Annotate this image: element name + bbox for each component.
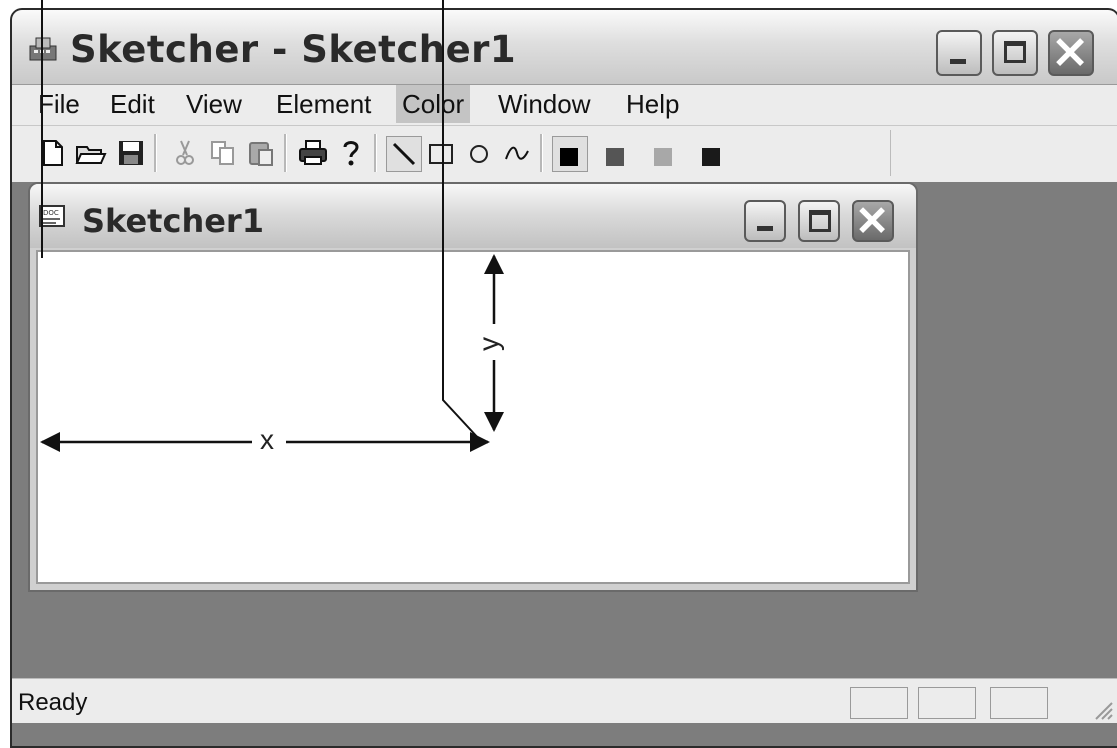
menu-edit[interactable]: Edit (104, 85, 161, 123)
toolbar-separator (540, 134, 543, 172)
menu-bar: File Edit View Element Color Window Help (12, 85, 1117, 125)
minimize-button[interactable] (936, 30, 982, 76)
dimension-arrows (40, 254, 504, 452)
document-title: Sketcher1 (82, 202, 264, 240)
maximize-icon (1004, 41, 1026, 63)
document-icon: DOC (39, 205, 65, 227)
close-button[interactable] (1048, 30, 1094, 76)
paste-button[interactable] (244, 136, 278, 170)
toolbar-separator (374, 134, 377, 172)
close-icon (1056, 38, 1085, 67)
svg-text:DOC: DOC (43, 209, 59, 217)
toolbar-separator (284, 134, 287, 172)
color-blue-swatch[interactable] (702, 148, 720, 166)
title-bar[interactable]: Sketcher - Sketcher1 (12, 10, 1117, 85)
print-icon (299, 140, 327, 165)
minimize-icon (950, 59, 966, 64)
maximize-icon (809, 210, 831, 232)
toolbar-strip (34, 130, 891, 176)
cut-button[interactable] (168, 136, 202, 170)
document-close-button[interactable] (852, 200, 894, 242)
document-maximize-button[interactable] (798, 200, 840, 242)
document-minimize-button[interactable] (744, 200, 786, 242)
rectangle-icon (429, 144, 453, 164)
status-text: Ready (18, 689, 88, 716)
menu-window[interactable]: Window (492, 85, 596, 123)
status-pane (990, 687, 1048, 719)
resize-grip-icon[interactable] (1088, 695, 1114, 721)
color-green-swatch[interactable] (654, 148, 672, 166)
open-button[interactable] (74, 136, 108, 170)
status-bar: Ready (12, 678, 1117, 723)
maximize-button[interactable] (992, 30, 1038, 76)
toolbar-separator (154, 134, 157, 172)
document-title-bar[interactable]: DOC Sketcher1 (30, 184, 916, 248)
help-button[interactable] (334, 136, 368, 170)
curve-icon (505, 146, 529, 160)
drawing-canvas[interactable]: x y (36, 250, 910, 584)
print-button[interactable] (296, 136, 330, 170)
minimize-icon (757, 226, 773, 231)
app-icon (29, 37, 57, 61)
window-title: Sketcher - Sketcher1 (70, 28, 517, 71)
y-label: y (473, 337, 504, 351)
curve-tool-button[interactable] (500, 136, 534, 170)
menu-color[interactable]: Color (396, 85, 471, 123)
copy-icon (211, 141, 234, 165)
application-window: Sketcher - Sketcher1 File Edit View Elem… (10, 8, 1117, 748)
circle-icon (470, 145, 488, 163)
close-icon (859, 207, 885, 233)
document-window: DOC Sketcher1 x y (28, 182, 918, 592)
menu-element[interactable]: Element (270, 85, 377, 123)
menu-file[interactable]: File (32, 85, 86, 123)
rectangle-tool-button[interactable] (424, 136, 458, 170)
cut-icon (176, 140, 194, 165)
line-icon (392, 142, 416, 166)
circle-tool-button[interactable] (462, 136, 496, 170)
save-icon (119, 141, 143, 165)
color-black-swatch (560, 148, 578, 166)
copy-button[interactable] (206, 136, 240, 170)
color-red-swatch[interactable] (606, 148, 624, 166)
help-icon (343, 141, 359, 166)
menu-view[interactable]: View (180, 85, 248, 123)
save-button[interactable] (114, 136, 148, 170)
paste-icon (249, 142, 273, 166)
status-pane (850, 687, 908, 719)
new-file-icon (43, 140, 63, 166)
open-folder-icon (75, 146, 107, 164)
menu-help[interactable]: Help (620, 85, 685, 123)
x-label: x (260, 424, 274, 455)
new-file-button[interactable] (36, 136, 70, 170)
line-tool-button[interactable] (386, 136, 422, 172)
toolbar (12, 125, 1117, 182)
status-pane (918, 687, 976, 719)
